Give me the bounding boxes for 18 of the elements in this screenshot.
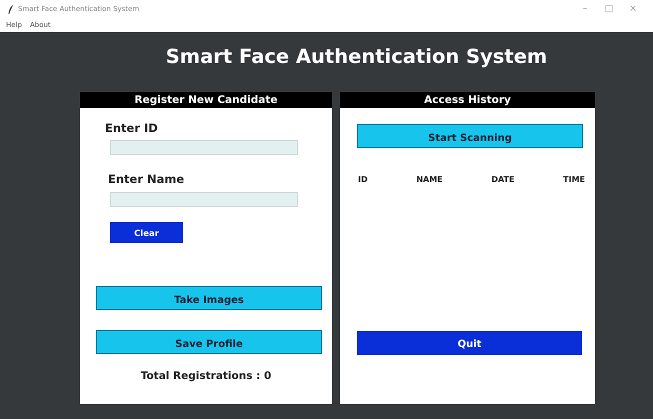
- take-images-button[interactable]: Take Images: [96, 286, 322, 310]
- feather-icon: [8, 5, 14, 14]
- column-header: TIME: [563, 174, 585, 186]
- column-header: ID: [358, 174, 368, 186]
- panel-header: Register New Candidate: [80, 92, 332, 108]
- start-scanning-button[interactable]: Start Scanning: [357, 124, 583, 148]
- field-label: Enter Name: [108, 171, 186, 188]
- column-header: DATE: [491, 174, 514, 186]
- quit-button[interactable]: Quit: [357, 331, 582, 355]
- save-profile-button[interactable]: Save Profile: [96, 330, 322, 354]
- column-header: NAME: [416, 174, 443, 186]
- total-registrations: Total Registrations : 0: [140, 368, 272, 384]
- panel-header: Access History: [340, 92, 595, 108]
- input-field[interactable]: [110, 192, 298, 206]
- clear-button[interactable]: Clear: [110, 222, 183, 242]
- field-label: Enter ID: [105, 120, 159, 137]
- app-heading: Smart Face Authentication System: [164, 44, 548, 70]
- input-field[interactable]: [110, 140, 298, 156]
